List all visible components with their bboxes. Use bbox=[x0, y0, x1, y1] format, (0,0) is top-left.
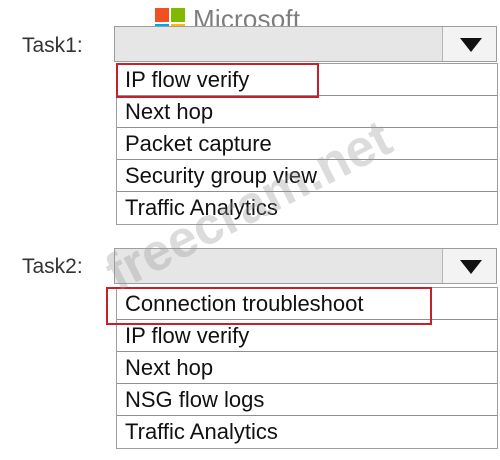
task2-option-list: Connection troubleshoot IP flow verify N… bbox=[116, 287, 498, 449]
task2-option-ip-flow-verify[interactable]: IP flow verify bbox=[117, 320, 497, 352]
task2-option-connection-troubleshoot[interactable]: Connection troubleshoot bbox=[117, 288, 497, 320]
chevron-down-icon bbox=[460, 38, 482, 52]
task2-option-next-hop[interactable]: Next hop bbox=[117, 352, 497, 384]
task1-option-security-group-view[interactable]: Security group view bbox=[117, 160, 497, 192]
task1-option-ip-flow-verify[interactable]: IP flow verify bbox=[117, 64, 497, 96]
task1-dropdown[interactable] bbox=[114, 26, 497, 62]
task2-option-traffic-analytics[interactable]: Traffic Analytics bbox=[117, 416, 497, 448]
task1-option-traffic-analytics[interactable]: Traffic Analytics bbox=[117, 192, 497, 224]
chevron-down-icon bbox=[460, 260, 482, 274]
task1-dropdown-toggle[interactable] bbox=[442, 27, 496, 61]
task2-dropdown-toggle[interactable] bbox=[442, 249, 496, 283]
task1-option-next-hop[interactable]: Next hop bbox=[117, 96, 497, 128]
task2-dropdown[interactable] bbox=[114, 248, 497, 284]
task2-option-nsg-flow-logs[interactable]: NSG flow logs bbox=[117, 384, 497, 416]
task2-label: Task2: bbox=[22, 255, 83, 278]
task1-option-list: IP flow verify Next hop Packet capture S… bbox=[116, 63, 498, 225]
task1-label: Task1: bbox=[22, 34, 83, 57]
task1-option-packet-capture[interactable]: Packet capture bbox=[117, 128, 497, 160]
